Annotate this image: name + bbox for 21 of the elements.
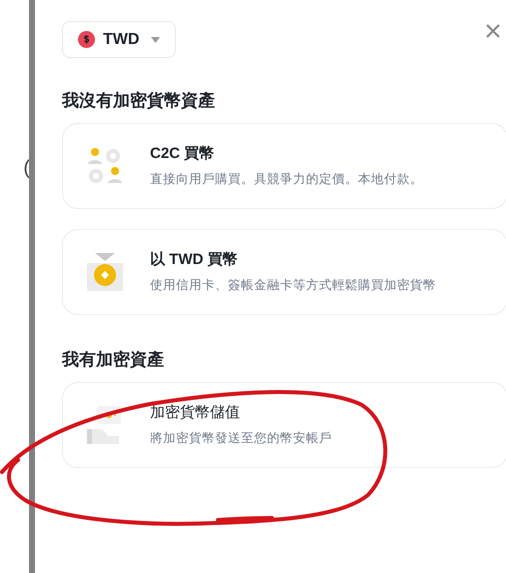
edge-text: ( <box>23 158 30 178</box>
currency-selector[interactable]: TWD <box>62 21 176 58</box>
option-card[interactable]: C2C 買幣 直接向用戶購買。具競爭力的定價。本地付款。 <box>62 123 506 209</box>
medal-icon <box>87 253 123 291</box>
close-button[interactable] <box>486 23 502 39</box>
option-title: 加密貨幣儲值 <box>150 403 241 423</box>
option-description: 使用信用卡、簽帳金融卡等方式輕鬆購買加密貨幣 <box>150 277 436 294</box>
option-description: 將加密貨幣發送至您的幣安帳戶 <box>150 430 332 447</box>
currency-code: TWD <box>103 30 140 50</box>
option-title: C2C 買幣 <box>150 144 216 164</box>
people-icon <box>87 147 123 185</box>
dollar-icon <box>78 31 95 48</box>
section-heading: 我沒有加密貨幣資產 <box>62 90 216 112</box>
close-icon <box>486 24 500 38</box>
option-card[interactable]: 加密貨幣儲值 將加密貨幣發送至您的幣安帳戶 <box>62 382 506 468</box>
hand-card-icon <box>87 406 123 444</box>
caret-icon <box>151 36 160 42</box>
option-card[interactable]: 以 TWD 買幣 使用信用卡、簽帳金融卡等方式輕鬆購買加密貨幣 <box>62 229 506 315</box>
option-title: 以 TWD 買幣 <box>150 250 238 270</box>
section-heading: 我有加密資產 <box>62 349 165 371</box>
option-description: 直接向用戶購買。具競爭力的定價。本地付款。 <box>150 171 423 188</box>
